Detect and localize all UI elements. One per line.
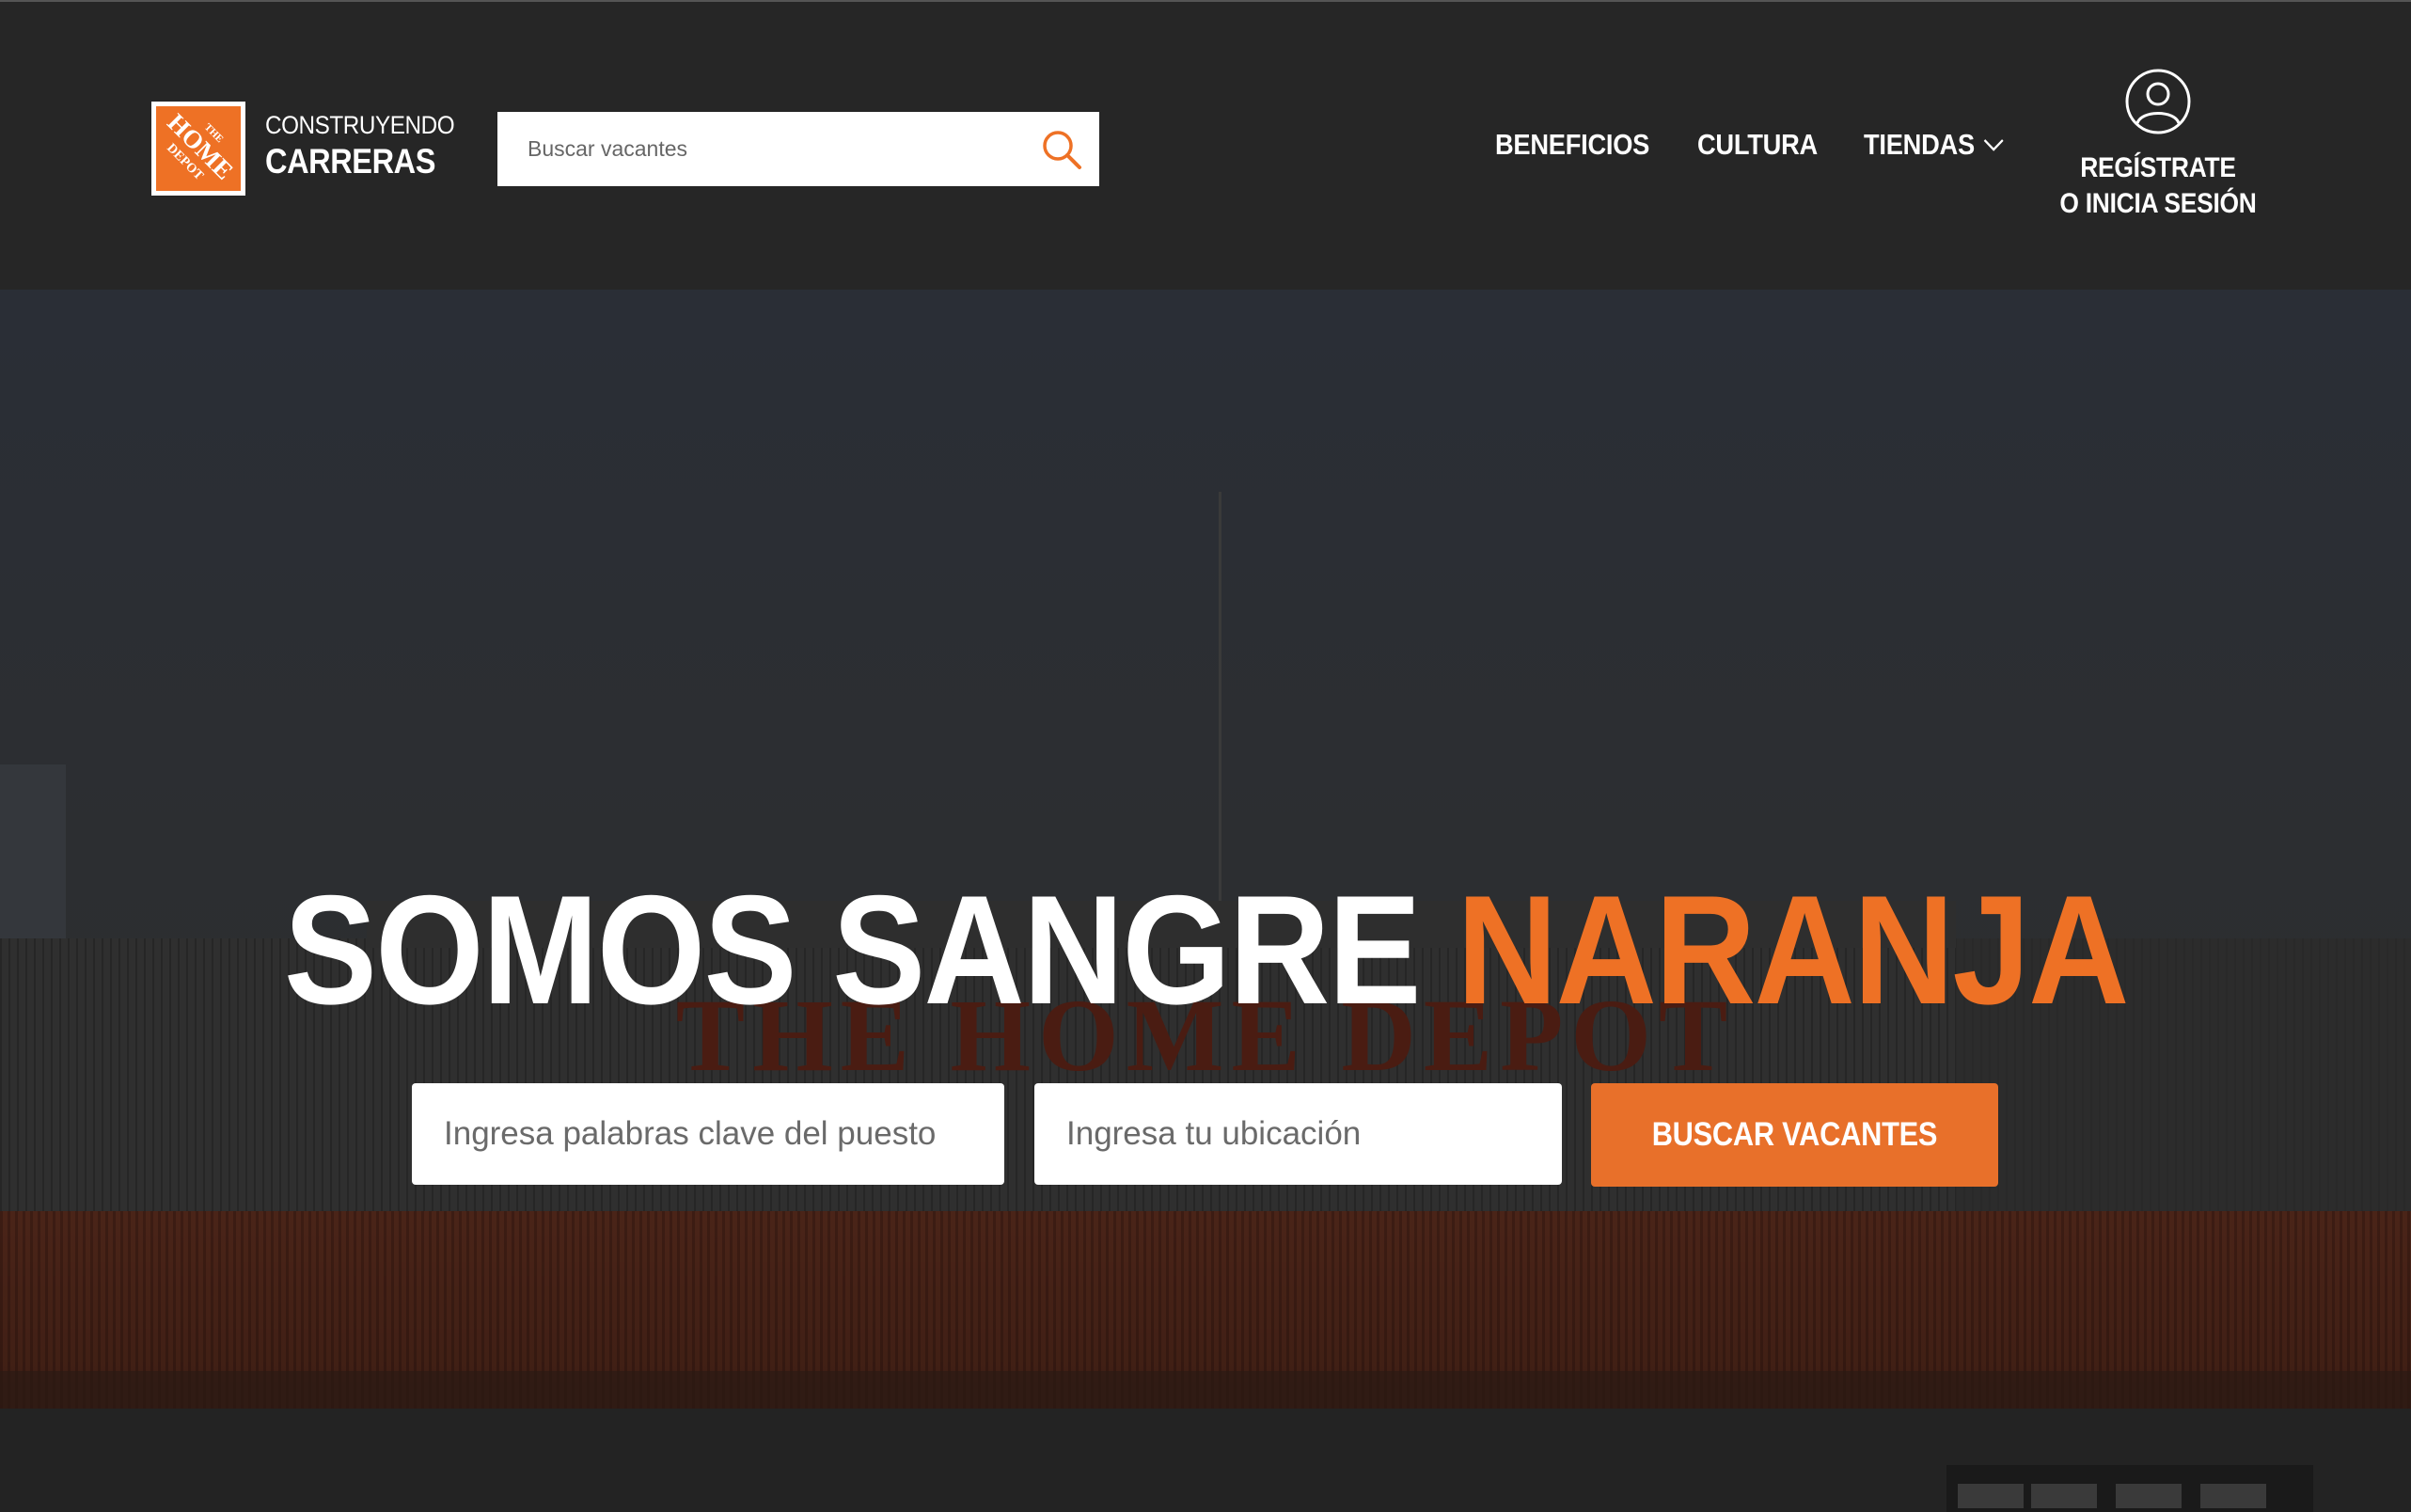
search-jobs-button-label: BUSCAR VACANTES: [1651, 1116, 1938, 1153]
brand-tagline: CONSTRUYENDO CARRERAS: [265, 111, 476, 181]
nav-item-label: CULTURA: [1697, 128, 1818, 161]
header-search: [497, 112, 1099, 186]
nav-item-beneficios[interactable]: BENEFICIOS: [1495, 128, 1649, 162]
page: THE HOME DEPOT CONSTRUYENDO CARRERAS BEN…: [0, 0, 2411, 1512]
site-header: THE HOME DEPOT CONSTRUYENDO CARRERAS BEN…: [0, 0, 2411, 290]
nav-item-label: TIENDAS: [1864, 128, 1975, 161]
home-depot-logo[interactable]: THE HOME DEPOT: [151, 102, 245, 196]
hero-section: THE HOME DEPOT SOMOS SANGRE NARANJA Ingr…: [0, 290, 2411, 1512]
nav-item-label: BENEFICIOS: [1495, 128, 1650, 161]
nav-item-tiendas[interactable]: TIENDAS: [1864, 128, 2005, 162]
tagline-bottom: CARRERAS: [265, 142, 436, 181]
tagline-top: CONSTRUYENDO: [265, 111, 455, 139]
header-search-button[interactable]: [1024, 112, 1099, 186]
hero-search-form: BUSCAR VACANTES: [0, 1083, 2411, 1187]
hero-title-orange: NARANJA: [1456, 863, 2129, 1036]
account-register-label: REGÍSTRATE: [2080, 152, 2236, 183]
search-icon: [1043, 130, 1081, 169]
location-input[interactable]: [1034, 1083, 1562, 1185]
hero-title: SOMOS SANGRE NARANJA: [0, 873, 2411, 1028]
account-login-link[interactable]: REGÍSTRATE O INICIA SESIÓN: [2041, 68, 2276, 222]
search-jobs-button[interactable]: BUSCAR VACANTES: [1591, 1083, 1998, 1187]
header-search-input[interactable]: [497, 112, 1024, 186]
chevron-down-icon: [1983, 139, 2004, 151]
hero-title-white: SOMOS SANGRE: [283, 863, 1422, 1036]
home-depot-logo-icon: THE HOME DEPOT: [151, 102, 245, 196]
account-login-label: O INICIA SESIÓN: [2059, 188, 2257, 219]
keywords-input[interactable]: [412, 1083, 1004, 1185]
nav-item-cultura[interactable]: CULTURA: [1697, 128, 1818, 162]
user-icon: [2125, 69, 2191, 134]
